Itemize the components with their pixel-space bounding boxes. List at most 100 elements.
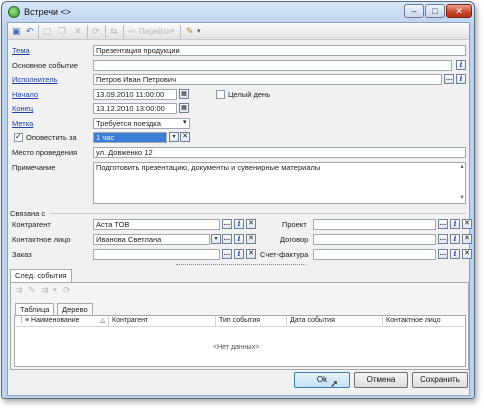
- grid-menu-icon[interactable]: ⋮≡: [18, 317, 31, 324]
- allday-label: Целый день: [228, 90, 271, 99]
- sort-icon: △: [100, 318, 105, 324]
- place-field[interactable]: ул. Довженко 12: [93, 147, 466, 158]
- ellipsis-button[interactable]: …: [222, 249, 232, 259]
- executor-info-icon[interactable]: i: [456, 74, 466, 84]
- place-label: Место проведения: [12, 148, 78, 157]
- save-button[interactable]: Сохранить: [412, 372, 468, 388]
- info-icon[interactable]: i: [234, 234, 244, 244]
- edit-icon[interactable]: ✎: [28, 284, 36, 297]
- subject-label[interactable]: Тема: [12, 46, 30, 55]
- undo-icon[interactable]: ↶: [26, 25, 34, 38]
- splitter-handle[interactable]: [176, 264, 306, 266]
- executor-label[interactable]: Исполнитель: [12, 75, 57, 84]
- delete-icon[interactable]: ⇉: [41, 284, 49, 297]
- notify-label: Оповестить за: [26, 133, 77, 142]
- refresh-icon[interactable]: ⟳: [92, 25, 100, 38]
- info-icon[interactable]: i: [450, 219, 460, 229]
- minimize-button[interactable]: –: [404, 4, 424, 18]
- executor-field[interactable]: Петров Иван Петрович: [93, 74, 442, 85]
- clear-icon[interactable]: ✕: [246, 249, 256, 259]
- chevron-down-icon[interactable]: ▾: [197, 25, 201, 38]
- main-event-info-icon[interactable]: i: [456, 60, 466, 70]
- executor-ellipsis-button[interactable]: …: [444, 74, 454, 84]
- link-icon[interactable]: ⇆: [110, 25, 118, 38]
- contract-label: Договор: [280, 235, 309, 244]
- info-icon[interactable]: i: [234, 249, 244, 259]
- clear-icon[interactable]: ✕: [246, 219, 256, 229]
- cancel-button[interactable]: Отмена: [354, 372, 408, 388]
- mouse-cursor-icon: ➚: [330, 379, 339, 390]
- close-button[interactable]: ✕: [446, 4, 472, 18]
- divider: [50, 213, 466, 214]
- note-label: Примечание: [12, 163, 56, 172]
- copy-icon[interactable]: ❐: [58, 25, 66, 38]
- invoice-field[interactable]: [313, 249, 436, 260]
- save-icon[interactable]: ▣: [12, 25, 21, 38]
- delete-icon[interactable]: ✕: [74, 25, 82, 38]
- allday-checkbox[interactable]: [216, 90, 225, 99]
- add-icon[interactable]: ⇉: [15, 284, 23, 297]
- calendar-icon[interactable]: ▦: [179, 103, 189, 113]
- main-event-field[interactable]: [93, 60, 452, 71]
- column-header-counterparty[interactable]: Контрагент: [109, 316, 216, 326]
- end-field[interactable]: 13.12.2010 13:00:00: [93, 103, 177, 114]
- notify-select[interactable]: 1 час: [93, 132, 167, 143]
- end-label[interactable]: Конец: [12, 104, 33, 113]
- ok-button[interactable]: Ok: [294, 372, 350, 388]
- mark-label[interactable]: Метка: [12, 119, 33, 128]
- info-icon[interactable]: i: [450, 249, 460, 259]
- column-header-name[interactable]: ⋮≡ Наименование △: [15, 316, 109, 326]
- project-field[interactable]: [313, 219, 436, 230]
- app-icon: [8, 6, 20, 18]
- chevron-down-icon: ▾: [171, 28, 175, 35]
- clear-icon[interactable]: ✕: [246, 234, 256, 244]
- goto-button[interactable]: Перейти: [139, 25, 171, 38]
- toolbar-separator: [180, 25, 181, 38]
- divider: [15, 326, 465, 327]
- start-label[interactable]: Начало: [12, 90, 38, 99]
- counterparty-field[interactable]: Аста ТОВ: [93, 219, 220, 230]
- tab-next-events[interactable]: След. события: [10, 269, 72, 282]
- start-field[interactable]: 13.09.2010 11:00:00: [93, 89, 177, 100]
- scroll-down-icon[interactable]: ▼: [459, 195, 465, 201]
- ellipsis-button[interactable]: …: [438, 219, 448, 229]
- chevron-down-icon[interactable]: ▾: [53, 284, 57, 297]
- project-label: Проект: [282, 220, 307, 229]
- column-header-contact[interactable]: Контактное лицо: [383, 316, 467, 326]
- refresh-icon[interactable]: ⟳: [63, 284, 71, 297]
- ellipsis-button[interactable]: …: [222, 234, 232, 244]
- order-field[interactable]: [93, 249, 220, 260]
- empty-grid-text: <Нет данных>: [213, 344, 260, 351]
- ellipsis-button[interactable]: …: [438, 234, 448, 244]
- scroll-up-icon[interactable]: ▲: [459, 164, 465, 170]
- column-header-event-date[interactable]: Дата события: [287, 316, 383, 326]
- contract-field[interactable]: [313, 234, 436, 245]
- ellipsis-button[interactable]: …: [222, 219, 232, 229]
- toolbar-separator: [38, 25, 39, 38]
- chevron-down-icon[interactable]: ▾: [211, 234, 221, 244]
- contact-field[interactable]: Иванова Светлана: [93, 234, 210, 245]
- notify-checkbox[interactable]: [14, 132, 23, 142]
- toolbar-separator: [87, 25, 88, 38]
- clear-icon[interactable]: ✕: [180, 132, 190, 142]
- clear-icon[interactable]: ✕: [462, 234, 472, 244]
- column-header-event-type[interactable]: Тип события: [216, 316, 287, 326]
- clear-icon[interactable]: ✕: [462, 219, 472, 229]
- new-icon[interactable]: ▢: [43, 25, 52, 38]
- info-icon[interactable]: i: [234, 219, 244, 229]
- note-textarea[interactable]: Подготовить презентацию, документы и сув…: [93, 162, 466, 204]
- info-icon[interactable]: i: [450, 234, 460, 244]
- invoice-label: Счет-фактура: [260, 250, 309, 259]
- chevron-down-icon[interactable]: ▾: [169, 132, 179, 142]
- chevron-down-icon[interactable]: ▾: [183, 118, 187, 126]
- mark-select[interactable]: Требуется поездка: [93, 118, 190, 129]
- dialog-window: Встречи <> – □ ✕ ▣ ↶ ▢ ❐ ✕ ⟳ ⇆ ⇨ Перейти…: [1, 1, 475, 399]
- tools-icon[interactable]: ✎: [186, 25, 194, 38]
- title-bar[interactable]: Встречи <> – □ ✕: [2, 2, 474, 22]
- subject-field[interactable]: Презентация продукции: [93, 45, 466, 56]
- clear-icon[interactable]: ✕: [462, 249, 472, 259]
- counterparty-label: Контрагент: [12, 220, 51, 229]
- calendar-icon[interactable]: ▦: [179, 89, 189, 99]
- ellipsis-button[interactable]: …: [438, 249, 448, 259]
- maximize-button[interactable]: □: [425, 4, 445, 18]
